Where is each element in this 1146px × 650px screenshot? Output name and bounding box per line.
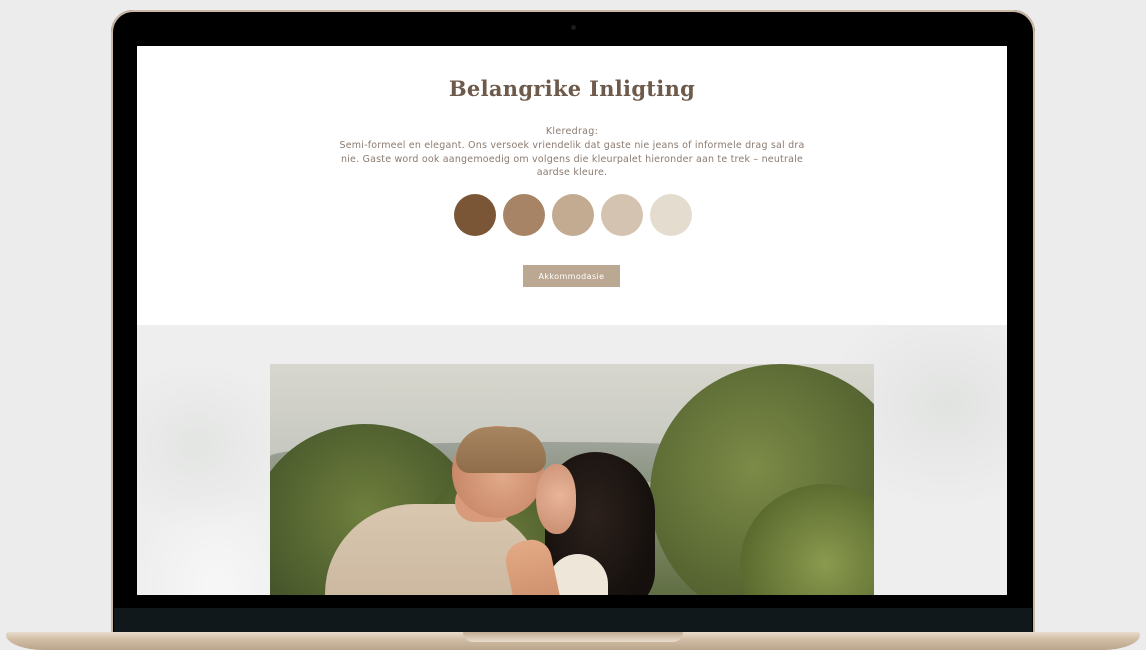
website-screen: Belangrike Inligting Kleredrag: Semi-for… bbox=[137, 46, 1007, 595]
photo-man-hair bbox=[456, 427, 546, 473]
dress-code-description: Semi-formeel en elegant. Ons versoek vri… bbox=[339, 140, 805, 178]
section-title: Belangrike Inligting bbox=[448, 76, 696, 101]
dress-code-label: Kleredrag: bbox=[545, 126, 599, 137]
palette-swatch bbox=[503, 194, 545, 236]
laptop-bezel bbox=[114, 608, 1032, 634]
palette-swatch bbox=[552, 194, 594, 236]
laptop-notch bbox=[463, 632, 683, 642]
photo-woman-face bbox=[536, 464, 576, 534]
accommodation-button[interactable]: Akkommodasie bbox=[523, 265, 620, 287]
palette-swatch bbox=[601, 194, 643, 236]
color-palette bbox=[454, 194, 694, 236]
couple-photo bbox=[270, 364, 874, 595]
palette-swatch bbox=[650, 194, 692, 236]
webcam-icon bbox=[571, 25, 576, 30]
photo-section bbox=[137, 325, 1007, 595]
important-info-section: Belangrike Inligting Kleredrag: Semi-for… bbox=[137, 46, 1007, 325]
palette-swatch bbox=[454, 194, 496, 236]
